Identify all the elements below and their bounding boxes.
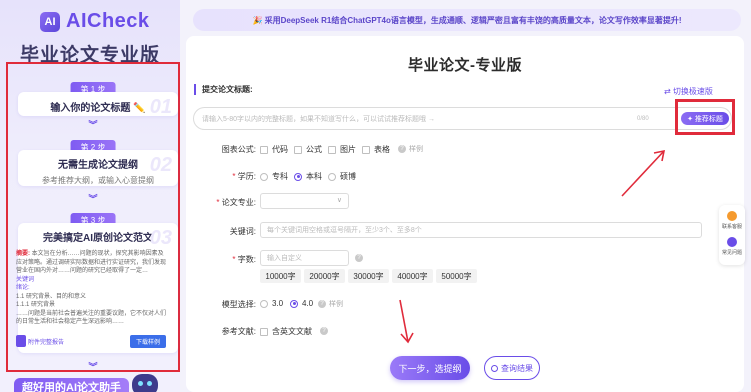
chevron-down-icon: ︾ bbox=[88, 362, 98, 372]
query-label: 查询结果 bbox=[501, 363, 533, 373]
abstract-footer: 附件完整报告 下载样例 bbox=[16, 335, 166, 348]
brand-logo: AI AICheck bbox=[40, 10, 150, 33]
customer-service-button[interactable]: 联系客服 bbox=[719, 211, 745, 230]
assistant-teaser: 超好用的AI论文助手 bbox=[14, 378, 129, 392]
document-icon bbox=[16, 335, 26, 347]
brand-name: AICheck bbox=[66, 10, 150, 32]
step-3-number: 03 bbox=[149, 227, 172, 249]
next-step-button[interactable]: 下一步，选提纲 bbox=[390, 356, 470, 380]
query-result-button[interactable]: 查询结果 bbox=[484, 356, 540, 380]
abstract-line: 1.1.1 研究背景 bbox=[16, 302, 56, 308]
intro-label: 绪论: bbox=[16, 285, 30, 291]
annotation-arrows bbox=[399, 149, 666, 344]
faq-label: 常见问题 bbox=[721, 250, 742, 256]
abstract-label: 摘要: bbox=[16, 251, 30, 257]
full-report-link[interactable]: 附件完整报告 bbox=[28, 337, 64, 346]
main-form-card: 毕业论文-专业版 提交论文标题: ⇄ 切换极速版 请输入5-80字以内的完整标题… bbox=[186, 36, 744, 392]
customer-service-label: 联系客服 bbox=[721, 224, 742, 230]
floating-help-bar: 联系客服 常见问题 bbox=[719, 205, 745, 265]
step-2-number: 02 bbox=[149, 154, 172, 176]
robot-mascot-icon bbox=[132, 374, 158, 392]
download-sample-button[interactable]: 下载样例 bbox=[129, 335, 166, 348]
announcement-banner: 🎉 采用DeepSeek R1结合ChatGPT4o语言模型，生成通顺、逻辑严密… bbox=[193, 9, 741, 31]
arrow-to-recommend bbox=[621, 150, 665, 197]
step-2-card: 02 无需生成论文提纲 参考推荐大纲，或输入心意提纲 bbox=[18, 150, 178, 186]
step-1-number: 01 bbox=[149, 96, 172, 118]
chevron-down-icon: ︾ bbox=[88, 120, 98, 130]
abstract-line: 1.1 研究背景、目的和意义 bbox=[16, 293, 87, 300]
arrow-to-next bbox=[399, 299, 409, 343]
faq-button[interactable]: 常见问题 bbox=[719, 237, 745, 256]
search-icon bbox=[491, 364, 498, 372]
abstract-line: ……问题是当前社会普遍关注的重要议题，它不仅对人们的日常生活和社会稳定产生深远影… bbox=[16, 310, 167, 326]
left-panel: AI AICheck 毕业论文专业版 第 1 步 01 输入你的论文标题 ✏️ … bbox=[0, 0, 180, 392]
sample-abstract: 摘要: 本文旨在分析……问题的现状，探究其影响因素及应对策略。通过调研实际数据和… bbox=[16, 250, 166, 327]
abstract-text: 本文旨在分析……问题的现状，探究其影响因素及应对策略。通过调研实际数据和进行实证… bbox=[16, 251, 167, 274]
logo-icon: AI bbox=[40, 11, 60, 32]
chevron-down-icon: ︾ bbox=[88, 194, 98, 204]
keywords-label: 关键词 bbox=[16, 276, 35, 283]
step-1-card: 01 输入你的论文标题 ✏️ bbox=[18, 92, 178, 118]
question-icon bbox=[727, 237, 737, 247]
customer-service-icon bbox=[727, 211, 737, 221]
